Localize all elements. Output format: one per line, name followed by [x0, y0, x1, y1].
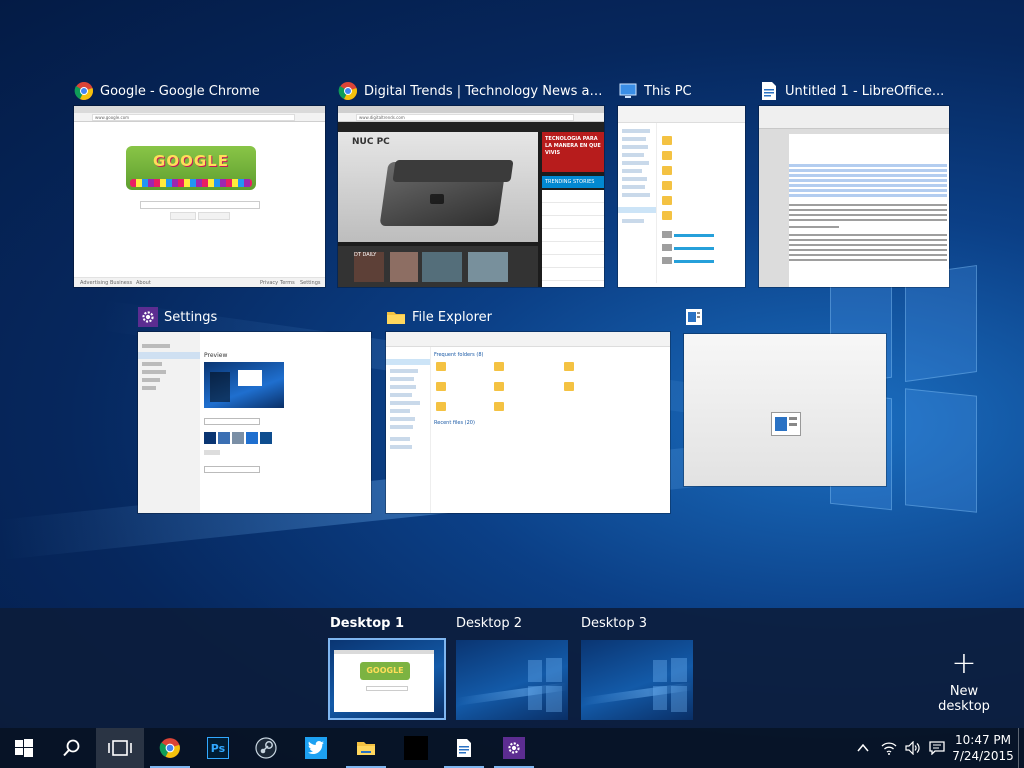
task-view-screen: Google - Google Chrome www.google.com GO… [0, 0, 1024, 768]
file-explorer-icon [357, 742, 375, 755]
chrome-icon [159, 738, 180, 758]
window-title: This PC [644, 83, 692, 99]
taskbar-settings[interactable] [490, 728, 538, 768]
task-view-icon [108, 740, 132, 756]
trending-header: TRENDING STORIES [542, 176, 604, 188]
window-header: Settings [138, 306, 371, 328]
taskbar-chrome[interactable] [146, 728, 194, 768]
window-file-explorer[interactable]: File Explorer Frequent folders (8) Recen… [386, 306, 670, 516]
file-explorer-icon [386, 307, 406, 327]
trending-list [542, 190, 604, 287]
window-header: This PC [618, 80, 745, 102]
new-desktop-button[interactable]: + New desktop [922, 646, 1006, 715]
window-thumbnail: Frequent folders (8) Recent files (20) [386, 332, 670, 513]
navigation-pane [386, 347, 431, 513]
window-header [684, 306, 886, 328]
chrome-icon [74, 81, 94, 101]
settings-sidebar [138, 332, 200, 513]
window-digital-trends[interactable]: Digital Trends | Technology News and... … [338, 80, 604, 290]
window-header: Digital Trends | Technology News and... [338, 80, 604, 102]
settings-icon [138, 307, 158, 327]
wifi-icon [881, 742, 897, 755]
play-icon [430, 194, 444, 204]
libreoffice-start-icon [684, 307, 704, 327]
window-title: Untitled 1 - LibreOffice... [785, 83, 945, 99]
desktop-thumbnail[interactable] [456, 640, 568, 720]
search-box [140, 201, 260, 209]
desktop-label: Desktop 1 [330, 616, 405, 631]
window-thumbnail: www.digitaltrends.com NUC PC TECNOLOGIA … [338, 106, 604, 287]
promo-banner: TECNOLOGIA PARA LA MANERA EN QUE VIVIS [542, 132, 604, 172]
taskbar-black-app[interactable] [392, 728, 440, 768]
libreoffice-logo [771, 412, 801, 436]
chevron-up-icon [857, 744, 869, 752]
lucky-button [198, 212, 230, 220]
window-libreoffice-writer[interactable]: Untitled 1 - LibreOffice... [759, 80, 949, 290]
window-title: Digital Trends | Technology News and... [364, 83, 604, 99]
taskbar-file-explorer[interactable] [342, 728, 390, 768]
window-google-chrome[interactable]: Google - Google Chrome www.google.com GO… [74, 80, 325, 290]
window-thumbnail [759, 106, 949, 287]
photoshop-icon: Ps [207, 737, 229, 759]
taskbar-libreoffice-writer[interactable] [440, 728, 488, 768]
chrome-icon [338, 81, 358, 101]
address-bar: www.google.com [92, 114, 295, 121]
taskbar-twitter[interactable] [292, 728, 340, 768]
task-view-button[interactable] [96, 728, 144, 768]
steam-icon [255, 737, 277, 759]
libreoffice-writer-icon [759, 81, 779, 101]
window-this-pc[interactable]: This PC [618, 80, 745, 290]
taskbar-photoshop[interactable]: Ps [194, 728, 242, 768]
show-desktop-button[interactable] [1018, 728, 1024, 768]
window-thumbnail [618, 106, 745, 287]
article-image: NUC PC [338, 132, 538, 242]
google-doodle: GOOGLE [126, 146, 256, 190]
settings-icon [503, 737, 525, 759]
twitter-icon [305, 737, 327, 759]
plus-icon: + [951, 646, 977, 681]
document-page [789, 134, 949, 287]
start-icon [15, 739, 33, 757]
google-footer: Advertising Business About Privacy Terms… [74, 277, 325, 287]
show-hidden-icons-button[interactable] [850, 728, 876, 768]
clock-time: 10:47 PM [955, 733, 1011, 747]
window-title: File Explorer [412, 309, 493, 325]
taskbar: Ps 10:47 PM 7/24/2015 [0, 728, 1024, 768]
search-button [170, 212, 196, 220]
window-title: Settings [164, 309, 218, 325]
window-thumbnail [684, 334, 886, 486]
start-button[interactable] [0, 728, 48, 768]
desktop-label: Desktop 3 [581, 616, 648, 631]
notification-icon [929, 741, 945, 755]
clock-date: 7/24/2015 [952, 749, 1014, 763]
desktop-thumbnail[interactable]: GOOGLE [328, 638, 446, 720]
window-settings[interactable]: Settings Preview [138, 306, 371, 516]
search-icon [63, 739, 80, 757]
window-title: Google - Google Chrome [100, 83, 260, 99]
speaker-icon [905, 741, 920, 755]
video-strip: DT DAILY [338, 246, 538, 287]
address-bar: www.digitaltrends.com [356, 114, 574, 121]
window-header: Untitled 1 - LibreOffice... [759, 80, 949, 102]
window-libreoffice-start[interactable] [684, 306, 886, 516]
search-button[interactable] [48, 728, 96, 768]
window-thumbnail: Preview [138, 332, 371, 513]
taskbar-steam[interactable] [242, 728, 290, 768]
window-header: File Explorer [386, 306, 670, 328]
wallpaper-preview [204, 362, 284, 408]
window-header: Google - Google Chrome [74, 80, 325, 102]
this-pc-icon [618, 81, 638, 101]
virtual-desktops-bar: Desktop 1 GOOGLE Desktop 2 Desktop 3 + N… [0, 608, 1024, 728]
navigation-pane [618, 123, 657, 283]
network-button[interactable] [876, 728, 902, 768]
desktop-thumbnail[interactable] [581, 640, 693, 720]
wallpaper-pane [905, 388, 977, 513]
action-center-button[interactable] [922, 728, 952, 768]
desktop-label: Desktop 2 [456, 616, 523, 631]
black-app-icon [404, 736, 428, 760]
libreoffice-writer-icon [457, 739, 471, 757]
window-thumbnail: www.google.com GOOGLE Advertising Busine… [74, 106, 325, 287]
new-desktop-label: New desktop [938, 684, 990, 714]
clock[interactable]: 10:47 PM 7/24/2015 [950, 728, 1016, 768]
